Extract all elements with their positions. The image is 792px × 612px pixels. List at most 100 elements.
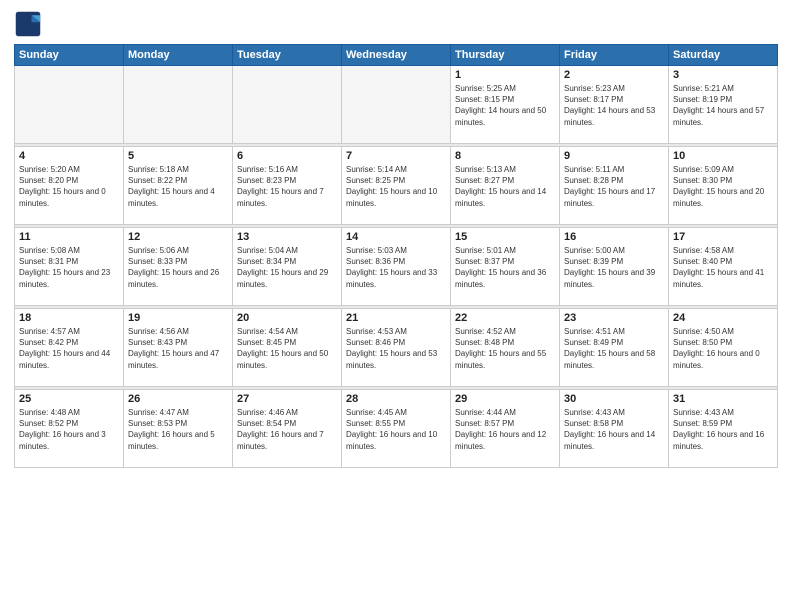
weekday-header-tuesday: Tuesday (233, 45, 342, 66)
day-info: Sunrise: 4:54 AMSunset: 8:45 PMDaylight:… (237, 326, 337, 371)
day-cell-28: 28 Sunrise: 4:45 AMSunset: 8:55 PMDayligh… (342, 390, 451, 468)
week-row-3: 11 Sunrise: 5:08 AMSunset: 8:31 PMDayligh… (15, 228, 778, 306)
day-cell-12: 12Sunrise: 5:06 AMSunset: 8:33 PMDayligh… (124, 228, 233, 306)
day-cell-14: 14 Sunrise: 5:03 AMSunset: 8:36 PMDayligh… (342, 228, 451, 306)
weekday-header-sunday: Sunday (15, 45, 124, 66)
day-number: 8 (455, 150, 555, 162)
day-number: 1 (455, 69, 555, 81)
day-cell-22: 22 Sunrise: 4:52 AMSunset: 8:48 PMDayligh… (451, 309, 560, 387)
day-number: 20 (237, 312, 337, 324)
day-info: Sunrise: 5:25 AMSunset: 8:15 PMDaylight:… (455, 83, 555, 128)
day-info: Sunrise: 5:18 AMSunset: 8:22 PMDaylight:… (128, 164, 228, 209)
day-cell-10: 10Sunrise: 5:09 AMSunset: 8:30 PMDayligh… (669, 147, 778, 225)
day-cell-empty-1 (124, 66, 233, 144)
week-row-4: 18 Sunrise: 4:57 AMSunset: 8:42 PMDayligh… (15, 309, 778, 387)
day-cell-23: 23 Sunrise: 4:51 AMSunset: 8:49 PMDayligh… (560, 309, 669, 387)
day-cell-18: 18 Sunrise: 4:57 AMSunset: 8:42 PMDayligh… (15, 309, 124, 387)
page: SundayMondayTuesdayWednesdayThursdayFrid… (0, 0, 792, 612)
day-cell-6: 6 Sunrise: 5:16 AMSunset: 8:23 PMDaylight… (233, 147, 342, 225)
day-number: 6 (237, 150, 337, 162)
day-info: Sunrise: 4:58 AMSunset: 8:40 PMDaylight:… (673, 245, 773, 290)
day-cell-8: 8 Sunrise: 5:13 AMSunset: 8:27 PMDaylight… (451, 147, 560, 225)
day-info: Sunrise: 5:13 AMSunset: 8:27 PMDaylight:… (455, 164, 555, 209)
day-number: 21 (346, 312, 446, 324)
day-number: 28 (346, 393, 446, 405)
calendar-table: SundayMondayTuesdayWednesdayThursdayFrid… (14, 44, 778, 468)
day-info: Sunrise: 4:57 AMSunset: 8:42 PMDaylight:… (19, 326, 119, 371)
day-cell-1: 1 Sunrise: 5:25 AMSunset: 8:15 PMDaylight… (451, 66, 560, 144)
day-cell-5: 5 Sunrise: 5:18 AMSunset: 8:22 PMDaylight… (124, 147, 233, 225)
day-cell-25: 25 Sunrise: 4:48 AMSunset: 8:52 PMDayligh… (15, 390, 124, 468)
header (14, 10, 778, 38)
day-info: Sunrise: 4:43 AMSunset: 8:59 PMDaylight:… (673, 407, 773, 452)
day-cell-26: 26 Sunrise: 4:47 AMSunset: 8:53 PMDayligh… (124, 390, 233, 468)
day-cell-empty-3 (342, 66, 451, 144)
day-info: Sunrise: 5:00 AMSunset: 8:39 PMDaylight:… (564, 245, 664, 290)
day-info: Sunrise: 4:44 AMSunset: 8:57 PMDaylight:… (455, 407, 555, 452)
day-cell-empty-2 (233, 66, 342, 144)
day-info: Sunrise: 4:50 AMSunset: 8:50 PMDaylight:… (673, 326, 773, 371)
day-info: Sunrise: 4:52 AMSunset: 8:48 PMDaylight:… (455, 326, 555, 371)
weekday-header-monday: Monday (124, 45, 233, 66)
day-number: 19 (128, 312, 228, 324)
day-number: 2 (564, 69, 664, 81)
day-number: 18 (19, 312, 119, 324)
day-info: Sunrise: 5:20 AMSunset: 8:20 PMDaylight:… (19, 164, 119, 209)
day-cell-16: 16 Sunrise: 5:00 AMSunset: 8:39 PMDayligh… (560, 228, 669, 306)
day-cell-24: 24 Sunrise: 4:50 AMSunset: 8:50 PMDayligh… (669, 309, 778, 387)
day-info: Sunrise: 5:01 AMSunset: 8:37 PMDaylight:… (455, 245, 555, 290)
weekday-header-thursday: Thursday (451, 45, 560, 66)
day-number: 13 (237, 231, 337, 243)
day-cell-4: 4 Sunrise: 5:20 AMSunset: 8:20 PMDaylight… (15, 147, 124, 225)
day-cell-2: 2Sunrise: 5:23 AMSunset: 8:17 PMDaylight… (560, 66, 669, 144)
day-info: Sunrise: 5:04 AMSunset: 8:34 PMDaylight:… (237, 245, 337, 290)
day-cell-29: 29Sunrise: 4:44 AMSunset: 8:57 PMDayligh… (451, 390, 560, 468)
day-number: 22 (455, 312, 555, 324)
day-number: 9 (564, 150, 664, 162)
day-number: 12 (128, 231, 228, 243)
day-info: Sunrise: 4:51 AMSunset: 8:49 PMDaylight:… (564, 326, 664, 371)
day-cell-13: 13 Sunrise: 5:04 AMSunset: 8:34 PMDayligh… (233, 228, 342, 306)
day-info: Sunrise: 4:43 AMSunset: 8:58 PMDaylight:… (564, 407, 664, 452)
day-number: 5 (128, 150, 228, 162)
day-info: Sunrise: 4:53 AMSunset: 8:46 PMDaylight:… (346, 326, 446, 371)
day-info: Sunrise: 5:16 AMSunset: 8:23 PMDaylight:… (237, 164, 337, 209)
day-number: 25 (19, 393, 119, 405)
logo (14, 10, 46, 38)
day-cell-17: 17 Sunrise: 4:58 AMSunset: 8:40 PMDayligh… (669, 228, 778, 306)
day-info: Sunrise: 4:45 AMSunset: 8:55 PMDaylight:… (346, 407, 446, 452)
day-info: Sunrise: 4:47 AMSunset: 8:53 PMDaylight:… (128, 407, 228, 452)
day-cell-empty-0 (15, 66, 124, 144)
day-cell-9: 9 Sunrise: 5:11 AMSunset: 8:28 PMDaylight… (560, 147, 669, 225)
day-number: 11 (19, 231, 119, 243)
day-number: 3 (673, 69, 773, 81)
day-number: 14 (346, 231, 446, 243)
day-cell-27: 27Sunrise: 4:46 AMSunset: 8:54 PMDayligh… (233, 390, 342, 468)
day-number: 30 (564, 393, 664, 405)
weekday-header-friday: Friday (560, 45, 669, 66)
day-cell-7: 7Sunrise: 5:14 AMSunset: 8:25 PMDaylight… (342, 147, 451, 225)
day-number: 16 (564, 231, 664, 243)
day-info: Sunrise: 5:21 AMSunset: 8:19 PMDaylight:… (673, 83, 773, 128)
weekday-header-wednesday: Wednesday (342, 45, 451, 66)
day-cell-21: 21 Sunrise: 4:53 AMSunset: 8:46 PMDayligh… (342, 309, 451, 387)
day-number: 23 (564, 312, 664, 324)
day-number: 31 (673, 393, 773, 405)
day-info: Sunrise: 5:08 AMSunset: 8:31 PMDaylight:… (19, 245, 119, 290)
day-info: Sunrise: 4:56 AMSunset: 8:43 PMDaylight:… (128, 326, 228, 371)
day-number: 4 (19, 150, 119, 162)
day-number: 17 (673, 231, 773, 243)
day-number: 15 (455, 231, 555, 243)
day-cell-30: 30 Sunrise: 4:43 AMSunset: 8:58 PMDayligh… (560, 390, 669, 468)
day-info: Sunrise: 4:48 AMSunset: 8:52 PMDaylight:… (19, 407, 119, 452)
day-info: Sunrise: 5:11 AMSunset: 8:28 PMDaylight:… (564, 164, 664, 209)
day-info: Sunrise: 5:03 AMSunset: 8:36 PMDaylight:… (346, 245, 446, 290)
day-number: 24 (673, 312, 773, 324)
weekday-header-row: SundayMondayTuesdayWednesdayThursdayFrid… (15, 45, 778, 66)
day-info: Sunrise: 4:46 AMSunset: 8:54 PMDaylight:… (237, 407, 337, 452)
week-row-5: 25 Sunrise: 4:48 AMSunset: 8:52 PMDayligh… (15, 390, 778, 468)
day-number: 26 (128, 393, 228, 405)
day-cell-11: 11 Sunrise: 5:08 AMSunset: 8:31 PMDayligh… (15, 228, 124, 306)
day-cell-20: 20 Sunrise: 4:54 AMSunset: 8:45 PMDayligh… (233, 309, 342, 387)
week-row-2: 4 Sunrise: 5:20 AMSunset: 8:20 PMDaylight… (15, 147, 778, 225)
